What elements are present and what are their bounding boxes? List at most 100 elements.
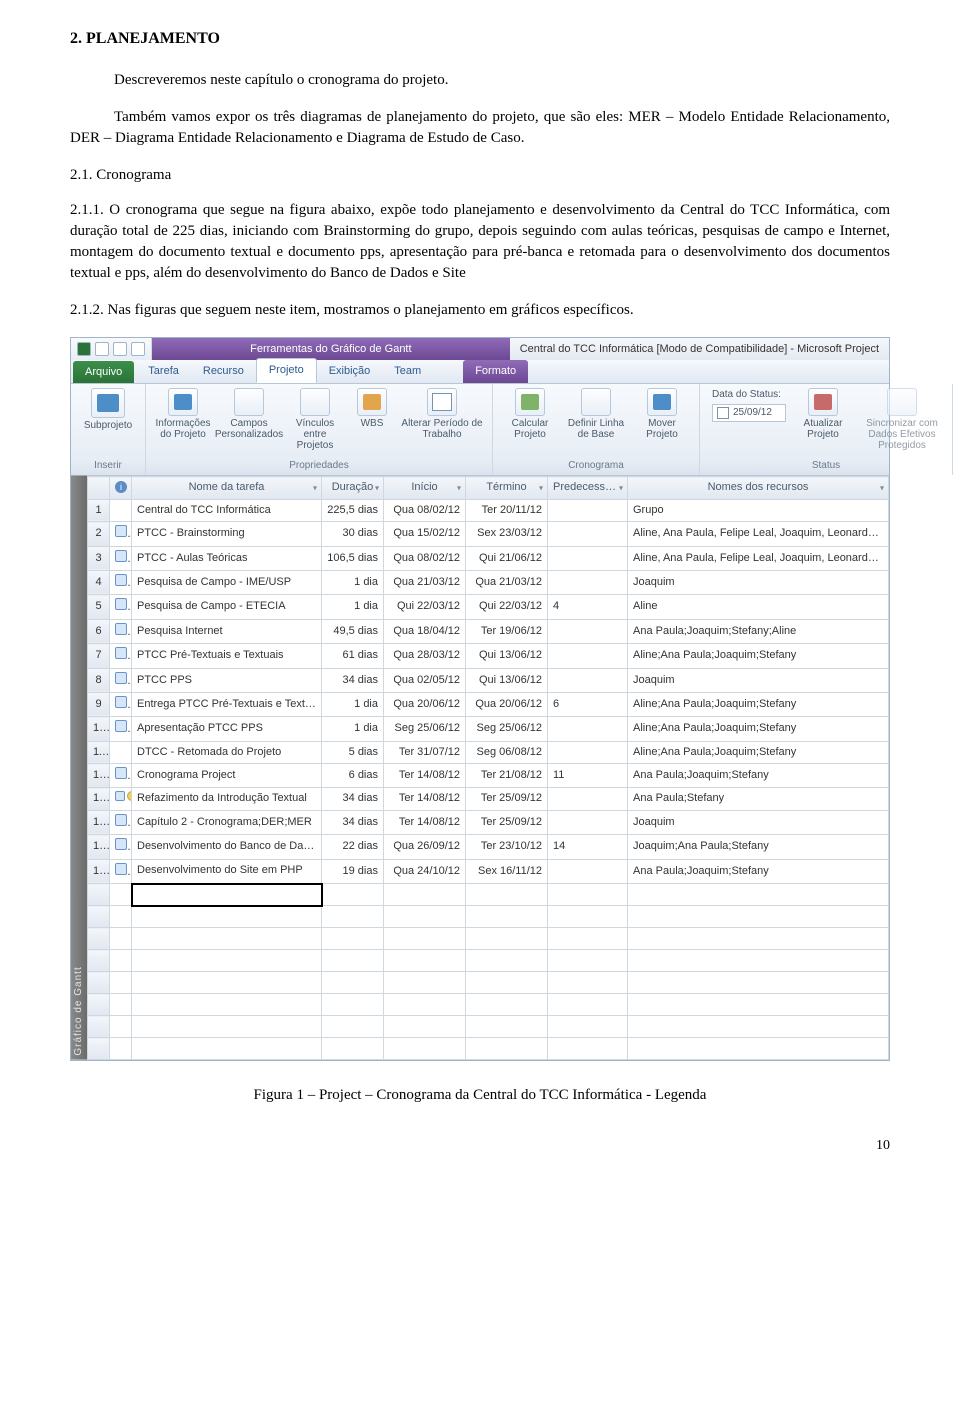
cell-predecessors[interactable] (548, 717, 628, 741)
cell-predecessors[interactable]: 4 (548, 595, 628, 619)
cell-resources[interactable]: Ana Paula;Joaquim;Stefany (628, 859, 889, 883)
active-cell[interactable] (132, 884, 322, 906)
cell-resources[interactable]: Aline;Ana Paula;Joaquim;Stefany (628, 717, 889, 741)
tab-team[interactable]: Team (382, 360, 433, 383)
table-row[interactable]: 8PTCC PPS34 diasQua 02/05/12Qui 13/06/12… (88, 668, 889, 692)
cell-task-name[interactable]: Pesquisa de Campo - ETECIA (132, 595, 322, 619)
cell-predecessors[interactable] (548, 788, 628, 810)
row-number[interactable]: 11 (88, 741, 110, 763)
btn-alterar-periodo[interactable]: Alterar Período de Trabalho (400, 388, 484, 440)
row-number[interactable]: 2 (88, 522, 110, 546)
cell-start[interactable]: Qua 02/05/12 (384, 668, 466, 692)
cell-resources[interactable]: Aline;Ana Paula;Joaquim;Stefany (628, 741, 889, 763)
table-row[interactable]: 10Apresentação PTCC PPS1 diaSeg 25/06/12… (88, 717, 889, 741)
row-number[interactable]: 5 (88, 595, 110, 619)
row-number[interactable] (88, 884, 110, 906)
row-number[interactable]: 15 (88, 835, 110, 859)
task-table[interactable]: i Nome da tarefa▾ Duração▾ Início▾ Térmi… (87, 476, 889, 1060)
cell-resources[interactable]: Aline (628, 595, 889, 619)
cell-predecessors[interactable] (548, 619, 628, 643)
cell-resources[interactable]: Joaquim (628, 668, 889, 692)
row-number[interactable]: 4 (88, 570, 110, 594)
tab-formato[interactable]: Formato (463, 360, 528, 383)
btn-wbs[interactable]: WBS (352, 388, 392, 429)
cell-resources[interactable]: Grupo (628, 499, 889, 521)
tab-exibicao[interactable]: Exibição (317, 360, 383, 383)
cell-end[interactable]: Ter 23/10/12 (466, 835, 548, 859)
table-row[interactable]: 1Central do TCC Informática225,5 diasQua… (88, 499, 889, 521)
cell-predecessors[interactable] (548, 741, 628, 763)
btn-sincronizar-dados[interactable]: Sincronizar com Dados Efetivos Protegido… (860, 388, 944, 451)
cell-end[interactable]: Qui 22/03/12 (466, 595, 548, 619)
cell-duration[interactable]: 34 dias (322, 810, 384, 834)
cell-resources[interactable]: Joaquim;Ana Paula;Stefany (628, 835, 889, 859)
cell-end[interactable]: Qui 21/06/12 (466, 546, 548, 570)
cell-duration[interactable]: 61 dias (322, 644, 384, 668)
col-inicio[interactable]: Início▾ (384, 477, 466, 499)
cell-duration[interactable]: 1 dia (322, 570, 384, 594)
btn-atualizar-projeto[interactable]: Atualizar Projeto (794, 388, 852, 440)
cell-start[interactable]: Ter 14/08/12 (384, 810, 466, 834)
tab-file[interactable]: Arquivo (73, 361, 134, 383)
cell-predecessors[interactable]: 14 (548, 835, 628, 859)
row-number[interactable]: 9 (88, 692, 110, 716)
cell-end[interactable]: Qua 20/06/12 (466, 692, 548, 716)
cell-end[interactable]: Seg 25/06/12 (466, 717, 548, 741)
cell-end[interactable]: Ter 25/09/12 (466, 810, 548, 834)
cell-duration[interactable]: 225,5 dias (322, 499, 384, 521)
row-number[interactable]: 16 (88, 859, 110, 883)
col-duracao[interactable]: Duração▾ (322, 477, 384, 499)
table-row[interactable]: 6Pesquisa Internet49,5 diasQua 18/04/12T… (88, 619, 889, 643)
cell-end[interactable]: Sex 16/11/12 (466, 859, 548, 883)
row-number[interactable]: 14 (88, 810, 110, 834)
cell-task-name[interactable]: Desenvolvimento do Banco de Dados (132, 835, 322, 859)
table-row[interactable]: 15Desenvolvimento do Banco de Dados22 di… (88, 835, 889, 859)
cell-duration[interactable]: 1 dia (322, 595, 384, 619)
row-number[interactable]: 3 (88, 546, 110, 570)
cell-start[interactable]: Qua 15/02/12 (384, 522, 466, 546)
redo-icon[interactable] (131, 342, 145, 356)
cell-end[interactable]: Sex 23/03/12 (466, 522, 548, 546)
table-row[interactable]: 13Refazimento da Introdução Textual34 di… (88, 788, 889, 810)
row-number[interactable]: 13 (88, 788, 110, 810)
cell-task-name[interactable]: Pesquisa de Campo - IME/USP (132, 570, 322, 594)
table-row[interactable]: 3PTCC - Aulas Teóricas106,5 diasQua 08/0… (88, 546, 889, 570)
table-row[interactable]: 2PTCC - Brainstorming30 diasQua 15/02/12… (88, 522, 889, 546)
table-row[interactable]: 4 Pesquisa de Campo - IME/USP1 dia Qua 21/… (88, 570, 889, 594)
cell-predecessors[interactable]: 11 (548, 764, 628, 788)
cell-start[interactable]: Ter 14/08/12 (384, 788, 466, 810)
cell-start[interactable]: Qua 26/09/12 (384, 835, 466, 859)
cell-task-name[interactable]: DTCC - Retomada do Projeto (132, 741, 322, 763)
cell-predecessors[interactable] (548, 522, 628, 546)
cell-start[interactable]: Seg 25/06/12 (384, 717, 466, 741)
cell-task-name[interactable]: Capítulo 2 - Cronograma;DER;MER (132, 810, 322, 834)
cell-task-name[interactable]: PTCC - Brainstorming (132, 522, 322, 546)
table-row[interactable]: 12Cronograma Project6 diasTer 14/08/12Te… (88, 764, 889, 788)
cell-end[interactable]: Ter 25/09/12 (466, 788, 548, 810)
tab-projeto[interactable]: Projeto (256, 358, 317, 383)
cell-predecessors[interactable] (548, 810, 628, 834)
cell-end[interactable]: Qui 13/06/12 (466, 644, 548, 668)
table-row[interactable]: 16Desenvolvimento do Site em PHP19 diasQ… (88, 859, 889, 883)
cell-duration[interactable]: 49,5 dias (322, 619, 384, 643)
cell-resources[interactable]: Aline, Ana Paula, Felipe Leal, Joaquim, … (628, 546, 889, 570)
cell-resources[interactable]: Aline;Ana Paula;Joaquim;Stefany (628, 644, 889, 668)
row-number[interactable]: 7 (88, 644, 110, 668)
cell-task-name[interactable]: Central do TCC Informática (132, 499, 322, 521)
tab-recurso[interactable]: Recurso (191, 360, 256, 383)
cell-start[interactable]: Qua 24/10/12 (384, 859, 466, 883)
cell-task-name[interactable]: Entrega PTCC Pré-Textuais e Textuais (132, 692, 322, 716)
cell-resources[interactable]: Aline, Ana Paula, Felipe Leal, Joaquim, … (628, 522, 889, 546)
col-predecessoras[interactable]: Predecessoras▾ (548, 477, 628, 499)
cell-end[interactable]: Ter 20/11/12 (466, 499, 548, 521)
cell-task-name[interactable]: Cronograma Project (132, 764, 322, 788)
cell-task-name[interactable]: Desenvolvimento do Site em PHP (132, 859, 322, 883)
cell-duration[interactable]: 106,5 dias (322, 546, 384, 570)
corner-cell[interactable] (88, 477, 110, 499)
cell-task-name[interactable]: Apresentação PTCC PPS (132, 717, 322, 741)
view-rail-gantt[interactable]: Gráfico de Gantt (71, 476, 87, 1060)
col-nome-tarefa[interactable]: Nome da tarefa▾ (132, 477, 322, 499)
cell-task-name[interactable]: Refazimento da Introdução Textual (132, 788, 322, 810)
cell-end[interactable]: Ter 19/06/12 (466, 619, 548, 643)
cell-end[interactable]: Qua 21/03/12 (466, 570, 548, 594)
